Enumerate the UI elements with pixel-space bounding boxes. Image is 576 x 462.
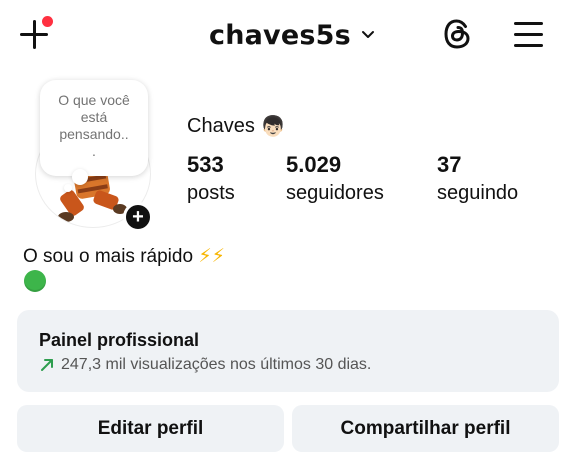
dashboard-stats-row: 247,3 mil visualizações nos últimos 30 d…: [39, 356, 537, 374]
account-switcher[interactable]: chaves5s: [209, 16, 375, 54]
menu-line: [514, 22, 543, 25]
threads-icon[interactable]: [440, 16, 476, 52]
stat-following[interactable]: 37 seguindo: [437, 152, 518, 208]
menu-line: [514, 33, 543, 36]
add-story-button[interactable]: +: [123, 202, 153, 232]
menu-line: [514, 44, 543, 47]
display-name: Chaves: [187, 115, 255, 138]
followers-label: seguidores: [286, 178, 384, 208]
note-bubble-tail: [72, 169, 88, 185]
posts-count: 533: [187, 152, 235, 178]
display-name-row: Chaves 👦🏻: [187, 114, 286, 139]
plus-icon-vertical: [33, 20, 36, 49]
bio: O sou o mais rápido ⚡⚡: [23, 244, 225, 270]
following-label: seguindo: [437, 178, 518, 208]
share-profile-button[interactable]: Compartilhar perfil: [292, 405, 559, 452]
note-placeholder: O que você está pensando..: [46, 92, 142, 143]
trend-up-arrow-icon: [39, 357, 55, 373]
following-count: 37: [437, 152, 518, 178]
note-bubble-tail-small: [64, 184, 72, 192]
boy-face-emoji: 👦🏻: [261, 114, 286, 139]
username: chaves5s: [209, 20, 351, 51]
note-bubble[interactable]: O que você está pensando.. .: [40, 80, 148, 176]
posts-label: posts: [187, 178, 235, 208]
new-post-button[interactable]: [18, 18, 52, 52]
stat-followers[interactable]: 5.029 seguidores: [286, 152, 384, 208]
dashboard-title: Painel profissional: [39, 329, 537, 351]
lightning-emoji: ⚡⚡: [198, 246, 225, 267]
hamburger-menu-icon[interactable]: [512, 20, 546, 50]
note-dot: .: [46, 143, 142, 160]
followers-count: 5.029: [286, 152, 384, 178]
dashboard-subtitle: 247,3 mil visualizações nos últimos 30 d…: [61, 356, 371, 374]
bio-text: O sou o mais rápido: [23, 246, 193, 267]
top-bar: chaves5s: [0, 0, 576, 70]
professional-dashboard[interactable]: Painel profissional 247,3 mil visualizaç…: [17, 310, 559, 392]
add-story-plus-icon: +: [132, 207, 144, 227]
stat-posts[interactable]: 533 posts: [187, 152, 235, 208]
notification-dot: [42, 16, 53, 27]
chevron-down-icon: [361, 30, 375, 40]
edit-profile-button[interactable]: Editar perfil: [17, 405, 284, 452]
green-circle-emoji: [24, 270, 46, 292]
